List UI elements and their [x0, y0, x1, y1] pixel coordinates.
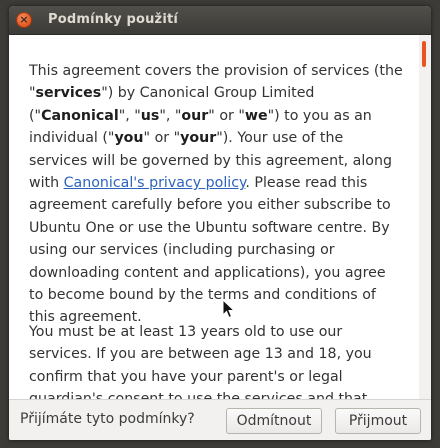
- defined-term: Canonical: [41, 107, 119, 124]
- defined-term: you: [114, 130, 144, 147]
- terms-dialog: × Podmínky použití This agreement covers…: [9, 6, 431, 440]
- title-bar: × Podmínky použití: [9, 6, 431, 35]
- close-button[interactable]: ×: [16, 12, 32, 28]
- accept-button[interactable]: Přijmout: [335, 408, 421, 434]
- defined-term: services: [35, 85, 102, 102]
- window-title: Podmínky použití: [48, 12, 179, 27]
- privacy-policy-link[interactable]: Canonical's privacy policy: [64, 175, 246, 191]
- defined-term: we: [244, 107, 268, 124]
- agreement-paragraph-2: You must be at least 13 years old to use…: [29, 324, 372, 399]
- defined-term: your: [180, 130, 217, 147]
- decline-button[interactable]: Odmítnout: [226, 408, 322, 434]
- agreement-text-area[interactable]: This agreement covers the provision of s…: [9, 35, 419, 399]
- agreement-paragraph-1: This agreement covers the provision of s…: [9, 60, 419, 329]
- agreement-text-segment: " or ": [143, 130, 181, 147]
- defined-term: our: [181, 107, 209, 124]
- dialog-footer: Přijímáte tyto podmínky? Odmítnout Přijm…: [9, 399, 431, 440]
- agreement-text-segment: . Please read this agreement carefully b…: [29, 175, 391, 326]
- mouse-cursor-icon: [222, 299, 236, 319]
- accept-question: Přijímáte tyto podmínky?: [20, 411, 195, 427]
- agreement-text-segment: " or ": [208, 107, 245, 124]
- scrollbar[interactable]: [419, 35, 431, 399]
- close-icon: ×: [19, 13, 29, 26]
- scrollbar-thumb[interactable]: [422, 41, 426, 67]
- agreement-text-segment: ", ": [159, 107, 182, 124]
- agreement-text-segment: ", ": [118, 107, 141, 124]
- defined-term: us: [140, 107, 160, 124]
